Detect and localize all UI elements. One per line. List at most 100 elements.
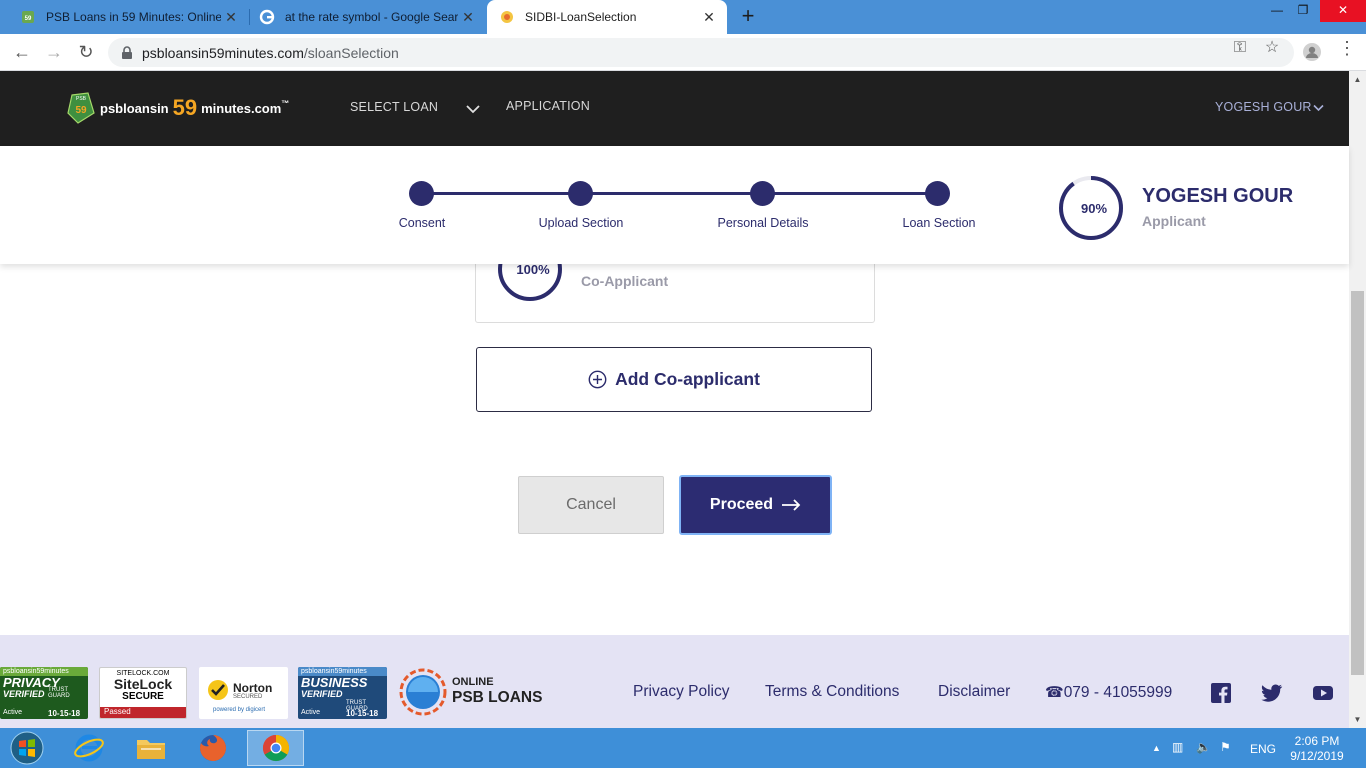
folder-icon	[137, 740, 165, 759]
profile-avatar-icon[interactable]	[1302, 42, 1322, 62]
step-dot-loan[interactable]	[925, 181, 950, 206]
disclaimer-link[interactable]: Disclaimer	[938, 683, 1010, 701]
applicant-role: Applicant	[1142, 213, 1206, 229]
site-logo[interactable]: PSB 59 psbloansin 59 minutes.com ™	[66, 91, 289, 125]
chevron-down-icon[interactable]	[466, 104, 480, 114]
close-window-button[interactable]: ✕	[1320, 0, 1366, 22]
step-label-consent[interactable]: Consent	[399, 216, 446, 230]
tray-expand-icon[interactable]: ▲	[1152, 743, 1161, 753]
reload-icon[interactable]: ↻	[75, 42, 97, 64]
scroll-down-arrow-icon[interactable]: ▼	[1349, 711, 1366, 728]
browser-tab-google-search[interactable]: at the rate symbol - Google Sear ✕	[250, 0, 486, 34]
url-host: psbloansin59minutes.com	[142, 44, 304, 61]
norton-badge[interactable]: Norton SECURED powered by digicert	[199, 667, 288, 719]
psb-favicon-icon: 59	[22, 11, 34, 23]
browser-toolbar: ← → ↻ psbloansin59minutes.com/sloanSelec…	[0, 34, 1366, 71]
clock-date: 9/12/2019	[1290, 749, 1344, 763]
logo-emblem-number: 59	[75, 105, 87, 116]
scroll-up-arrow-icon[interactable]: ▲	[1349, 71, 1366, 88]
twitter-icon[interactable]	[1261, 683, 1283, 703]
tab-title: at the rate symbol - Google Sear	[285, 10, 458, 24]
logo-text-psbloansin: psbloansin	[100, 100, 169, 116]
phone-number[interactable]: ☎079 - 41055999	[1045, 683, 1172, 702]
close-tab-icon[interactable]: ✕	[458, 9, 478, 26]
stepper-line	[422, 192, 938, 195]
add-coapplicant-label: Add Co-applicant	[615, 369, 760, 389]
step-dot-consent[interactable]	[409, 181, 434, 206]
step-label-personal[interactable]: Personal Details	[717, 216, 808, 230]
applicant-progress-label: 90%	[1081, 201, 1107, 216]
cancel-button[interactable]: Cancel	[518, 476, 664, 534]
online-psb-loans-top: ONLINE	[452, 676, 494, 688]
taskbar-chrome[interactable]	[247, 730, 304, 766]
firefox-icon	[200, 735, 226, 761]
tray-network-icon[interactable]: ▥	[1172, 740, 1183, 754]
address-bar[interactable]: psbloansin59minutes.com/sloanSelection	[108, 38, 1294, 67]
key-icon[interactable]: ⚿	[1230, 39, 1250, 59]
phone-text: 079 - 41055999	[1063, 684, 1173, 701]
progress-stepper: Consent Upload Section Personal Details …	[0, 146, 1349, 264]
nav-application[interactable]: APPLICATION	[506, 99, 590, 113]
add-coapplicant-button[interactable]: Add Co-applicant	[476, 347, 872, 412]
step-label-loan[interactable]: Loan Section	[903, 216, 976, 230]
close-tab-icon[interactable]: ✕	[221, 9, 241, 26]
user-menu[interactable]: YOGESH GOUR	[1215, 100, 1312, 114]
tray-flag-icon[interactable]: ⚑	[1220, 740, 1231, 754]
tray-language[interactable]: ENG	[1250, 742, 1276, 756]
business-badge-sub: VERIFIED	[301, 689, 343, 699]
site-header: PSB 59 psbloansin 59 minutes.com ™ SELEC…	[0, 71, 1349, 146]
lock-icon	[122, 45, 132, 59]
norton-powered: powered by digicert	[213, 707, 266, 713]
privacy-badge-trust: TRUST GUARD	[48, 687, 70, 699]
proceed-button[interactable]: Proceed	[679, 475, 832, 535]
minimize-window-button[interactable]: —	[1266, 0, 1288, 22]
terms-conditions-link[interactable]: Terms & Conditions	[765, 683, 899, 701]
page-scrollbar[interactable]: ▲ ▼	[1349, 71, 1366, 728]
applicant-progress-ring: 90%	[1059, 176, 1123, 240]
taskbar-internet-explorer[interactable]	[62, 730, 116, 766]
plus-circle-icon	[588, 370, 607, 389]
browser-menu-icon[interactable]: ⋮	[1337, 39, 1357, 59]
scrollbar-thumb[interactable]	[1351, 291, 1364, 675]
youtube-icon[interactable]	[1313, 683, 1333, 703]
browser-tab-loan-selection[interactable]: SIDBI-LoanSelection ✕	[487, 0, 727, 34]
close-tab-icon[interactable]: ✕	[699, 9, 719, 26]
sitelock-badge[interactable]: SITELOCK.COM SiteLock SECURE Passed	[99, 667, 187, 719]
norton-secured: SECURED	[233, 694, 263, 700]
restore-window-button[interactable]: ❐	[1292, 0, 1314, 22]
start-button[interactable]	[0, 730, 54, 766]
phone-icon: ☎	[1045, 684, 1064, 701]
taskbar-firefox[interactable]	[186, 730, 240, 766]
windows-start-orb-icon	[10, 731, 44, 765]
business-verified-badge[interactable]: psbloansin59minutes BUSINESS VERIFIED TR…	[298, 667, 387, 719]
privacy-policy-link[interactable]: Privacy Policy	[633, 683, 729, 701]
logo-text-59: 59	[172, 95, 198, 120]
forward-arrow-icon[interactable]: →	[43, 42, 65, 64]
step-dot-personal[interactable]	[750, 181, 775, 206]
tray-volume-icon[interactable]: 🔈	[1196, 740, 1211, 754]
business-badge-status: Active	[301, 709, 321, 716]
bookmark-star-icon[interactable]: ☆	[1262, 39, 1282, 59]
nav-select-loan[interactable]: SELECT LOAN	[350, 100, 438, 114]
step-dot-upload[interactable]	[568, 181, 593, 206]
new-tab-button[interactable]: +	[736, 5, 760, 29]
site-footer: psbloansin59minutes PRIVACY VERIFIED TRU…	[0, 635, 1349, 728]
back-arrow-icon[interactable]: ←	[11, 42, 33, 64]
google-favicon-icon	[259, 9, 275, 25]
step-label-upload[interactable]: Upload Section	[539, 216, 624, 230]
privacy-badge-date: 10-15-18	[48, 709, 81, 718]
sitelock-status: Passed	[100, 707, 186, 718]
user-menu-chevron-icon[interactable]	[1313, 104, 1324, 112]
sitelock-secure: SECURE	[122, 691, 164, 702]
url-text: psbloansin59minutes.com/sloanSelection	[142, 45, 399, 61]
coapplicant-progress-label: 100%	[516, 262, 550, 277]
privacy-verified-badge[interactable]: psbloansin59minutes PRIVACY VERIFIED TRU…	[0, 667, 88, 719]
tray-clock[interactable]: 2:06 PM 9/12/2019	[1284, 734, 1350, 764]
taskbar-file-explorer[interactable]	[124, 730, 178, 766]
browser-tab-psb-loans[interactable]: 59 PSB Loans in 59 Minutes: Online I ✕	[0, 0, 249, 34]
chrome-icon	[262, 734, 289, 762]
business-badge-title: BUSINESS	[301, 675, 368, 690]
logo-emblem-small: PSB	[76, 96, 87, 102]
online-psb-loans-logo-icon[interactable]	[398, 665, 448, 717]
facebook-icon[interactable]	[1211, 683, 1231, 703]
